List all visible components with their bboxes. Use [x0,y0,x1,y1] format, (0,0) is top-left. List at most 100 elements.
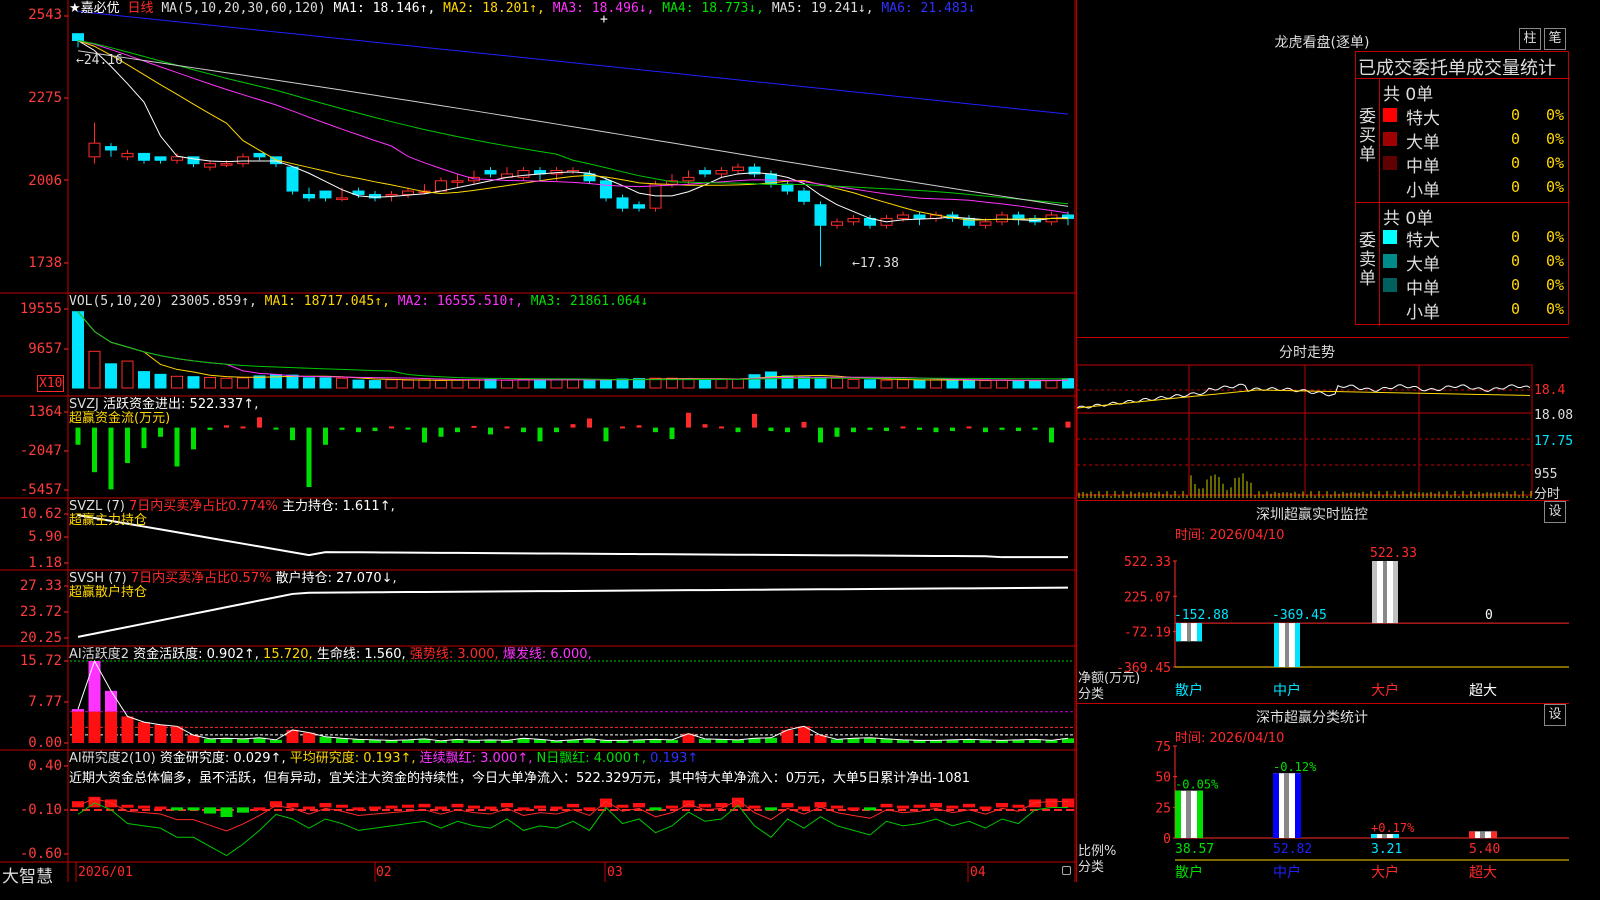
activity-bar [319,736,332,743]
vol-ma-line [77,311,1069,381]
monitor-settings-button[interactable]: 设 [1544,501,1566,523]
monitor-bar[interactable] [1372,561,1398,624]
research-bar [204,807,216,814]
svzl-label: SVZL (7) [69,499,125,514]
candle-body [451,180,464,183]
monitor-bar[interactable] [1274,623,1300,667]
chart-canvas[interactable]: + [0,0,1076,882]
main-position-line [77,514,1068,559]
row-name: 大单 [1406,133,1440,153]
flow-bar [554,427,559,433]
volume-bar [319,377,332,389]
ai2-text4: N日飘红: 4.000↑, [536,751,647,766]
buy-total: 共 0单 [1383,85,1434,105]
row-count: 0 [1511,276,1521,294]
volume-bar [1029,380,1041,389]
vol-ytick: 19555 [19,301,62,317]
flow-bar [141,427,147,449]
flow-bar [950,427,955,432]
candle-body [220,163,233,166]
ai2-text3: 连续飘红: 3.000↑, [419,751,533,766]
row-pct: 0% [1546,130,1565,148]
classify-bar[interactable] [1273,773,1301,838]
monitor-category: 超大 [1469,683,1497,699]
research-bar [831,805,843,809]
flow-bar [785,427,790,433]
volume-bar [600,379,612,389]
lock-icon[interactable] [1062,866,1071,875]
row-name: 特大 [1406,109,1440,129]
research-bar [451,803,464,808]
monitor-ytick: 522.33 [1124,555,1171,570]
intraday-ytick: 18.08 [1534,408,1574,423]
volume-bar [88,350,101,389]
research-bar [930,802,942,808]
research-bar [1029,799,1041,808]
classify-bar[interactable] [1469,831,1497,838]
ma4-value: MA4: 18.773↓, [662,1,765,16]
kline-low-mark: ←17.38 [852,256,899,271]
bar-view-button[interactable]: 柱 [1519,28,1541,50]
volume-bar [517,378,530,389]
svzj-header: SVZJ 活跃资金进出: 522.337↑, [69,397,258,412]
classify-settings-button[interactable]: 设 [1544,704,1566,726]
flow-bar [752,413,757,428]
volume-bar [963,380,975,389]
tick-view-button[interactable]: 笔 [1544,28,1566,50]
candle-body [336,197,348,200]
flow-bar [521,427,526,433]
candle-body [286,166,299,192]
volume-bar [352,379,365,389]
volume-bar [105,363,117,389]
buy-side-label: 委买单 [1359,107,1376,165]
flow-bar [92,427,97,473]
left-chart-area[interactable]: + ★嘉必优 日线 MA(5,10,20,30,60,120) MA1: 18.… [0,0,1076,887]
flow-bar [504,426,510,429]
volume-bar [996,379,1008,389]
row-name: 小单 [1406,181,1440,201]
intraday-chart[interactable] [1077,360,1569,500]
classify-chart[interactable]: 75 50 25 0 -0.05% 38.57 散户 -0.12% 52.82 中户 +0.17% 3… [1077,730,1569,882]
xaxis-label: 2026/01 [78,865,133,880]
stock-name[interactable]: ★嘉必优 [69,1,120,16]
flow-bar [1032,427,1038,430]
svsh-text2: 散户持仓: 27.070↓, [275,571,397,586]
classify-bar[interactable] [1175,790,1203,838]
ai1-ytick: 7.77 [28,694,62,710]
volume-bar [550,378,563,389]
flow-bar [818,427,823,443]
flow-bar [884,427,889,432]
volume-bar [369,380,381,389]
research-bar [847,807,860,811]
legend-swatch [1383,278,1397,292]
svsh-sub: 超赢散户持仓 [69,585,148,600]
monitor-bar[interactable] [1176,623,1202,642]
svzj-ytick: 1364 [28,404,62,420]
flow-bar [653,427,658,433]
research-bar [154,806,167,810]
row-count: 0 [1511,228,1521,246]
flow-bar [966,426,972,429]
flow-bar [702,424,708,428]
volume-bar [336,377,348,389]
candle-body [204,163,216,168]
svsh-ytick: 23.72 [19,604,62,620]
volume-bar [402,379,414,389]
candle-body [88,142,101,158]
flow-bar [389,426,394,429]
row-count: 0 [1511,130,1521,148]
monitor-chart[interactable]: 522.33225.07-72.19-369.45-152.88散户-369.4… [1077,530,1569,700]
research-bar [220,807,233,818]
volume-bar [732,378,744,389]
candle-body [847,217,860,223]
ma6-value: MA6: 21.483↓ [881,1,976,16]
classify-change-label: +0.17% [1371,821,1415,835]
research-bar [385,805,398,809]
period-label[interactable]: 日线 [127,1,153,16]
activity-bar [138,722,150,743]
research-bar [616,804,629,808]
volume-bar [286,374,299,389]
flow-bar [306,427,312,488]
classify-change-label: -0.05% [1175,778,1219,792]
vol-ma2: MA2: 16555.510↑, [397,294,523,309]
